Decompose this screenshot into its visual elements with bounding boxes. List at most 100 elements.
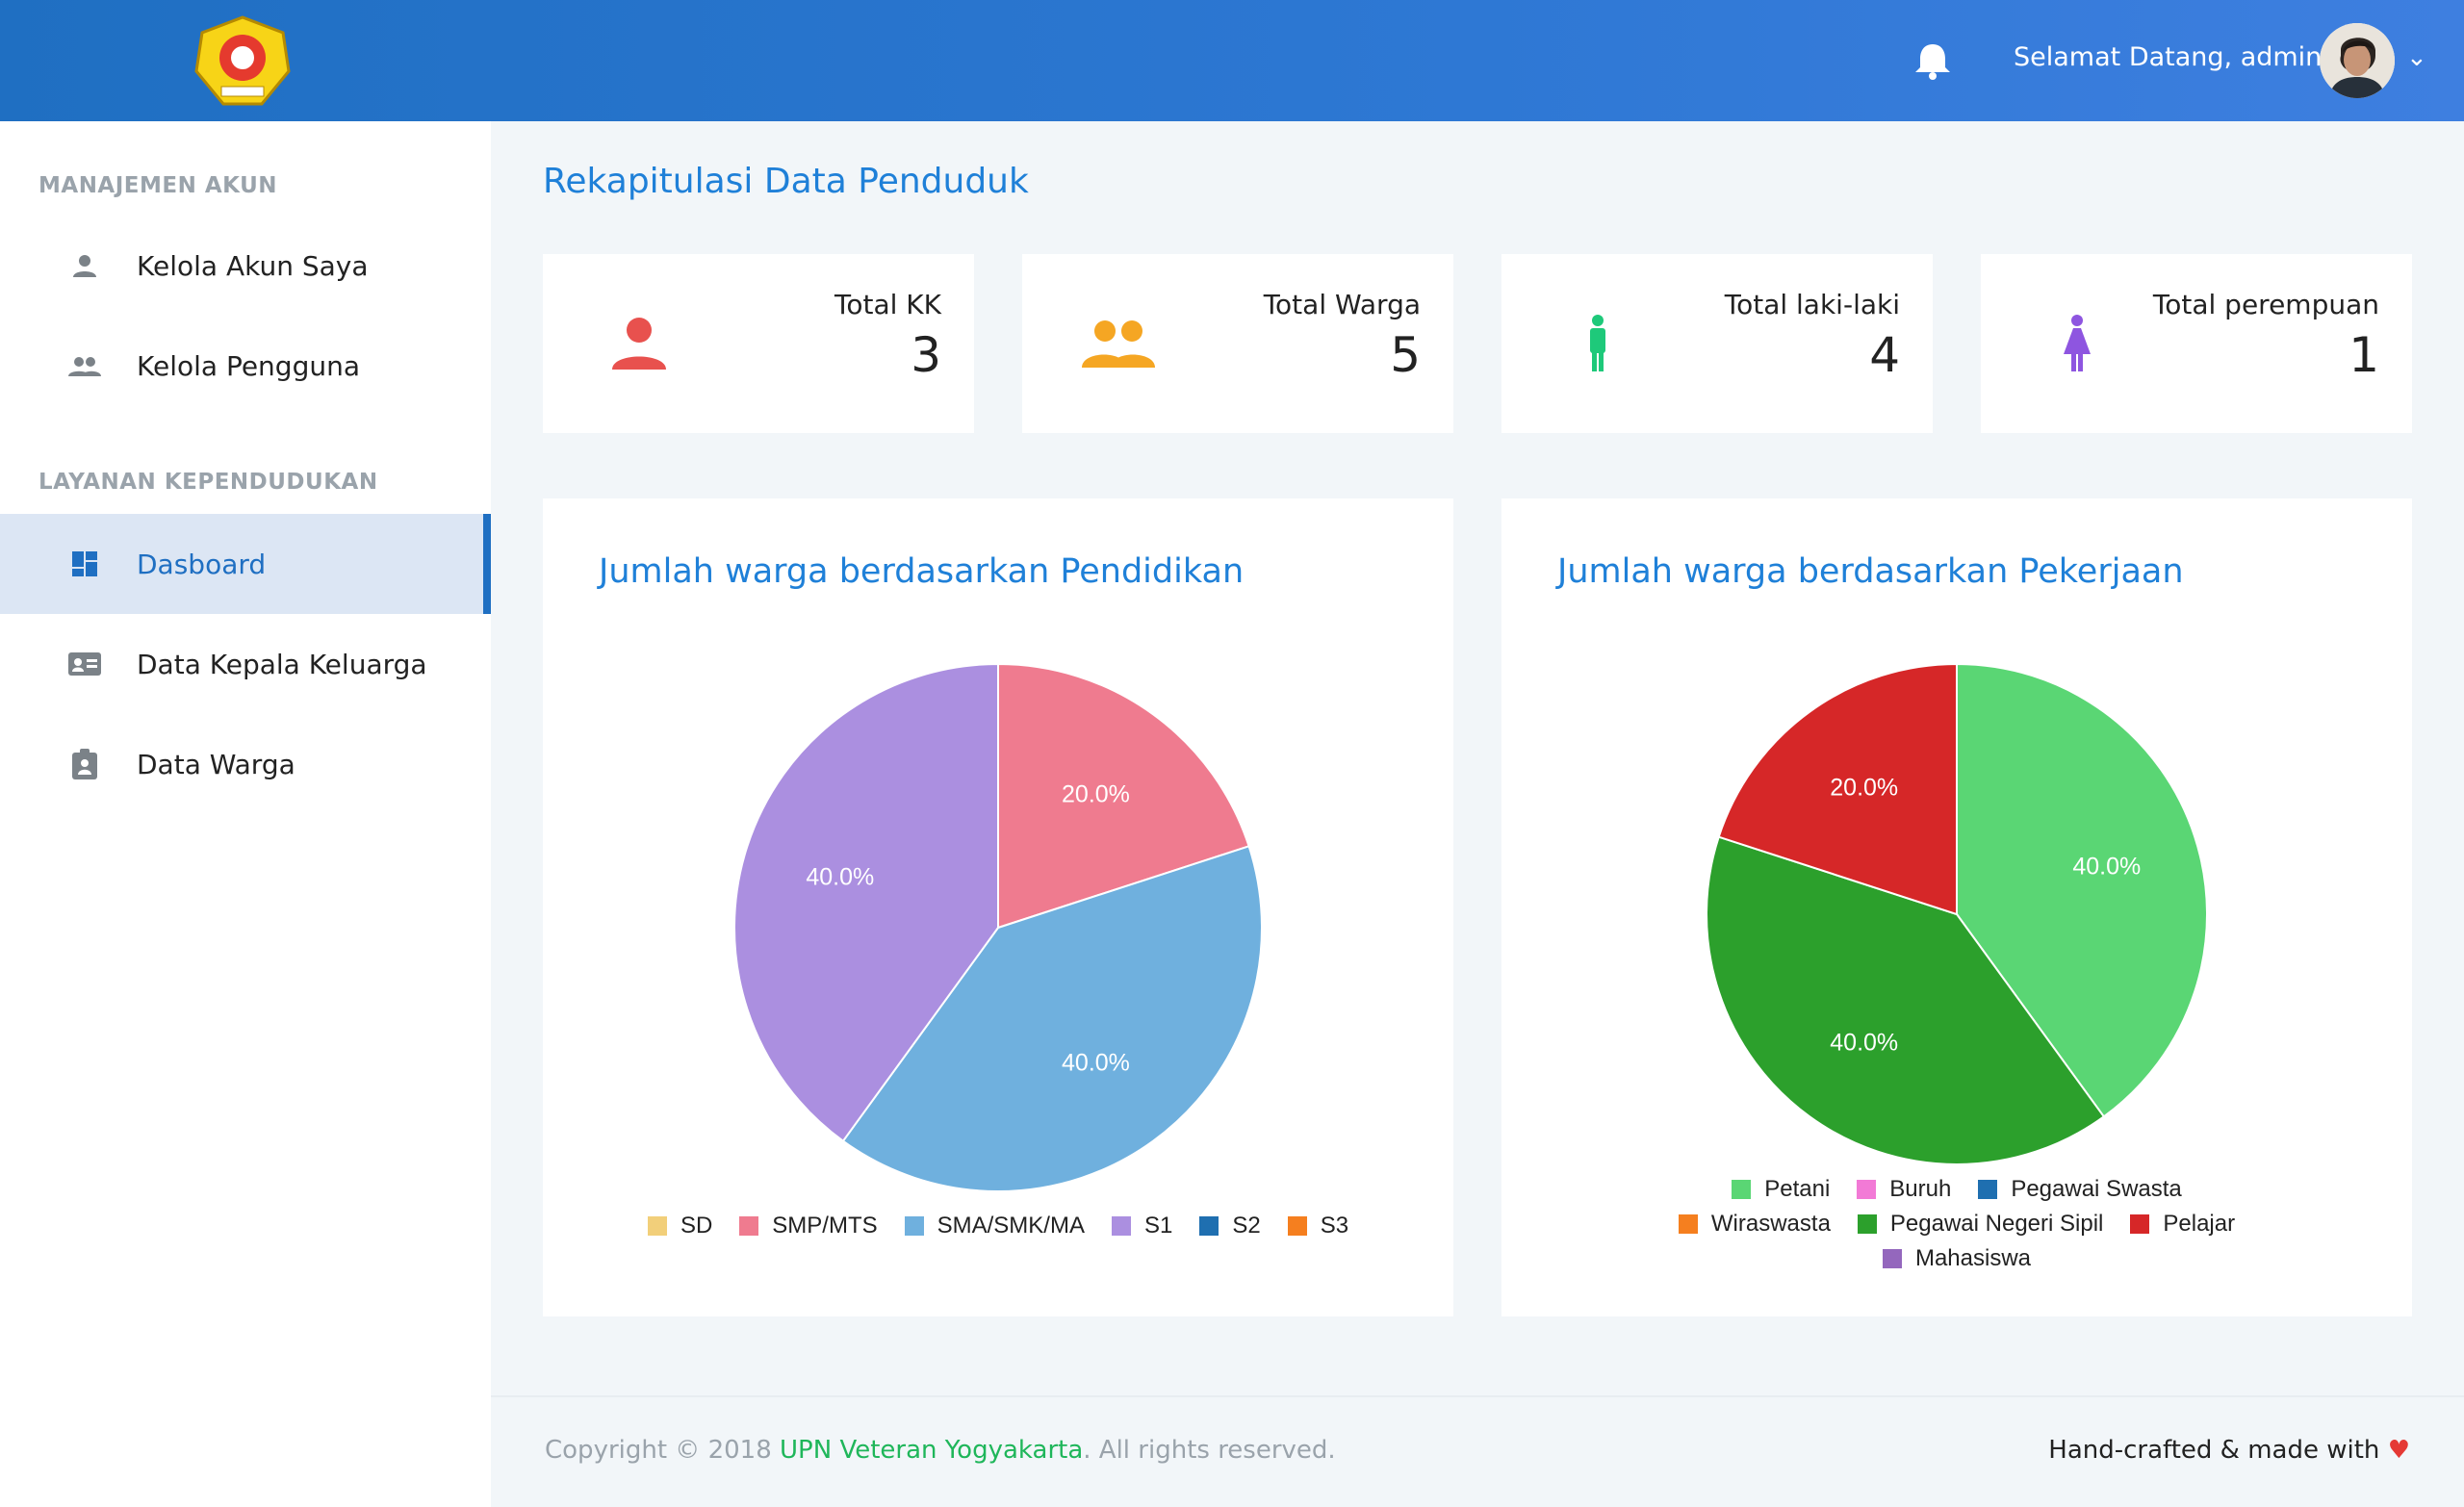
sidebar-item-dasboard[interactable]: Dasboard [0, 514, 491, 614]
sidebar-item-data-warga[interactable]: Data Warga [0, 714, 491, 814]
stat-label: Total KK [834, 289, 941, 320]
pie-chart-pendidikan: 20.0% 40.0% 40.0% [733, 662, 1263, 1192]
legend-item[interactable]: Wiraswasta [1678, 1207, 1831, 1241]
legend-label: S3 [1320, 1213, 1349, 1239]
clipboard-person-icon [67, 747, 102, 781]
chart-title: Jumlah warga berdasarkan Pekerjaan [1557, 552, 2184, 591]
legend-label: Pegawai Swasta [2011, 1176, 2182, 1202]
legend-label: Wiraswasta [1710, 1211, 1831, 1237]
legend-swatch [1199, 1216, 1219, 1236]
heart-icon: ♥ [2387, 1436, 2410, 1465]
university-logo[interactable] [192, 13, 293, 110]
chevron-down-icon[interactable]: ⌄ [2406, 42, 2427, 72]
sidebar-item-label: Kelola Akun Saya [137, 249, 369, 282]
stat-label: Total perempuan [2152, 289, 2379, 320]
pie-label: 40.0% [1830, 1030, 1898, 1057]
legend-label: S2 [1232, 1213, 1261, 1239]
legend-item[interactable]: SMP/MTS [739, 1209, 878, 1243]
panel-pendidikan: Jumlah warga berdasarkan Pendidikan 20.0… [543, 498, 1453, 1316]
brand-link[interactable]: UPN Veteran Yogyakarta [780, 1436, 1083, 1465]
legend-item[interactable]: Buruh [1857, 1172, 1951, 1207]
legend-swatch [1287, 1216, 1307, 1236]
legend-swatch [1678, 1214, 1698, 1234]
made-with: Hand-crafted & made with ♥ [2048, 1436, 2410, 1465]
legend-label: SMP/MTS [772, 1213, 878, 1239]
pie-label: 40.0% [1062, 1050, 1130, 1077]
sidebar-item-label: Dasboard [137, 548, 267, 580]
stat-value: 3 [911, 327, 941, 383]
person-icon [612, 318, 666, 370]
pie-label: 20.0% [1830, 774, 1898, 801]
pie-label: 40.0% [2072, 853, 2141, 880]
stat-card-total-laki-laki: Total laki-laki 4 [1502, 254, 1933, 433]
legend-item[interactable]: Petani [1732, 1172, 1830, 1207]
chart-title: Jumlah warga berdasarkan Pendidikan [599, 552, 1245, 591]
chart-legend: Petani Buruh Pegawai Swasta Wiraswasta Pegaw… [1502, 1172, 2412, 1276]
sidebar-item-label: Data Kepala Keluarga [137, 648, 427, 680]
stat-value: 4 [1869, 327, 1900, 383]
legend-label: S1 [1143, 1213, 1173, 1239]
legend-label: SD [680, 1213, 713, 1239]
legend-swatch [739, 1216, 759, 1236]
page-title: Rekapitulasi Data Penduduk [543, 162, 1029, 201]
bell-icon[interactable] [1910, 40, 1956, 81]
stat-label: Total Warga [1263, 289, 1421, 320]
pie-label: 20.0% [1062, 780, 1130, 807]
legend-label: Petani [1764, 1176, 1831, 1202]
legend-item[interactable]: Mahasiswa [1882, 1241, 2032, 1276]
male-icon [1590, 315, 1605, 371]
stat-label: Total laki-laki [1724, 289, 1900, 320]
made-with-text: Hand-crafted & made with [2048, 1436, 2388, 1465]
dashboard-icon [67, 547, 102, 581]
stat-card-total-warga: Total Warga 5 [1022, 254, 1453, 433]
stat-value: 1 [2348, 327, 2379, 383]
legend-item[interactable]: SD [647, 1209, 713, 1243]
sidebar-item-label: Kelola Pengguna [137, 349, 360, 382]
legend-label: Buruh [1889, 1176, 1952, 1202]
legend-label: Pegawai Negeri Sipil [1889, 1211, 2104, 1237]
footer: Copyright © 2018 UPN Veteran Yogyakarta.… [491, 1395, 2464, 1507]
legend-item[interactable]: S1 [1111, 1209, 1173, 1243]
legend-swatch [1732, 1180, 1752, 1199]
legend-item[interactable]: S2 [1199, 1209, 1261, 1243]
sidebar-section-title: LAYANAN KEPENDUDUKAN [38, 470, 378, 495]
legend-swatch [1857, 1214, 1877, 1234]
stat-card-total-kk: Total KK 3 [543, 254, 974, 433]
person-icon [67, 248, 102, 283]
legend-swatch [647, 1216, 667, 1236]
legend-item[interactable]: S3 [1287, 1209, 1349, 1243]
female-icon [2064, 315, 2091, 371]
stat-card-total-perempuan: Total perempuan 1 [1981, 254, 2412, 433]
top-header: Selamat Datang, admin ⌄ [0, 0, 2464, 121]
sidebar: MANAJEMEN AKUN Kelola Akun Saya Kelola P… [0, 121, 491, 1507]
legend-swatch [2130, 1214, 2150, 1234]
legend-label: Mahasiswa [1914, 1245, 2032, 1271]
sidebar-item-label: Data Warga [137, 748, 295, 780]
sidebar-item-data-kepala-keluarga[interactable]: Data Kepala Keluarga [0, 614, 491, 714]
avatar[interactable] [2320, 23, 2395, 98]
chart-legend: SD SMP/MTS SMA/SMK/MA S1 S2 S3 [543, 1209, 1453, 1243]
id-card-icon [67, 647, 102, 681]
legend-swatch [1978, 1180, 1998, 1199]
copyright-suffix: . All rights reserved. [1083, 1436, 1336, 1465]
legend-swatch [1857, 1180, 1877, 1199]
sidebar-item-kelola-pengguna[interactable]: Kelola Pengguna [0, 316, 491, 416]
sidebar-item-kelola-akun-saya[interactable]: Kelola Akun Saya [0, 216, 491, 316]
people-icon [1082, 320, 1155, 368]
legend-item[interactable]: SMA/SMK/MA [904, 1209, 1085, 1243]
people-icon [67, 348, 102, 383]
legend-swatch [904, 1216, 924, 1236]
legend-swatch [1882, 1249, 1902, 1268]
legend-item[interactable]: Pegawai Negeri Sipil [1857, 1207, 2104, 1241]
legend-item[interactable]: Pegawai Swasta [1978, 1172, 2182, 1207]
legend-label: SMA/SMK/MA [937, 1213, 1085, 1239]
legend-swatch [1111, 1216, 1131, 1236]
legend-item[interactable]: Pelajar [2130, 1207, 2235, 1241]
panel-pekerjaan: Jumlah warga berdasarkan Pekerjaan 40.0%… [1502, 498, 2412, 1316]
sidebar-section-title: MANAJEMEN AKUN [38, 173, 278, 198]
copyright-prefix: Copyright © 2018 [545, 1436, 781, 1465]
pie-label: 40.0% [806, 864, 874, 891]
legend-label: Pelajar [2163, 1211, 2236, 1237]
welcome-text: Selamat Datang, admin [2014, 42, 2323, 72]
pie-chart-pekerjaan: 40.0% 40.0% 20.0% [1706, 662, 2208, 1165]
